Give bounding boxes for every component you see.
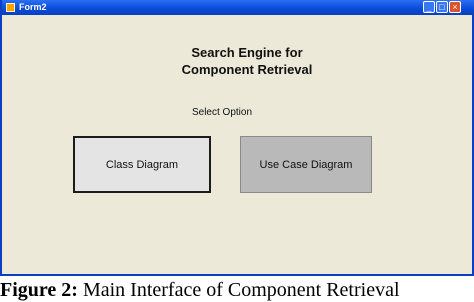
figure-caption-text: Main Interface of Component Retrieval bbox=[77, 279, 400, 301]
select-option-label: Select Option bbox=[191, 107, 253, 118]
figure-caption: Figure 2: Main Interface of Component Re… bbox=[0, 279, 474, 302]
page-title-line-1: Search Engine for bbox=[191, 45, 303, 60]
title-bar[interactable]: Form2 _ □ × bbox=[2, 0, 474, 15]
app-icon bbox=[6, 3, 15, 12]
app-window: Form2 _ □ × Search Engine for Component … bbox=[0, 0, 474, 276]
class-diagram-button[interactable]: Class Diagram bbox=[73, 136, 211, 193]
maximize-button[interactable]: □ bbox=[436, 1, 448, 13]
minimize-button[interactable]: _ bbox=[423, 1, 435, 13]
page-title: Search Engine for Component Retrieval bbox=[122, 44, 372, 78]
page-title-line-2: Component Retrieval bbox=[181, 62, 313, 77]
close-button[interactable]: × bbox=[449, 1, 461, 13]
use-case-diagram-button[interactable]: Use Case Diagram bbox=[240, 136, 372, 193]
window-title: Form2 bbox=[19, 2, 47, 12]
figure-caption-label: Figure 2: bbox=[0, 279, 78, 301]
